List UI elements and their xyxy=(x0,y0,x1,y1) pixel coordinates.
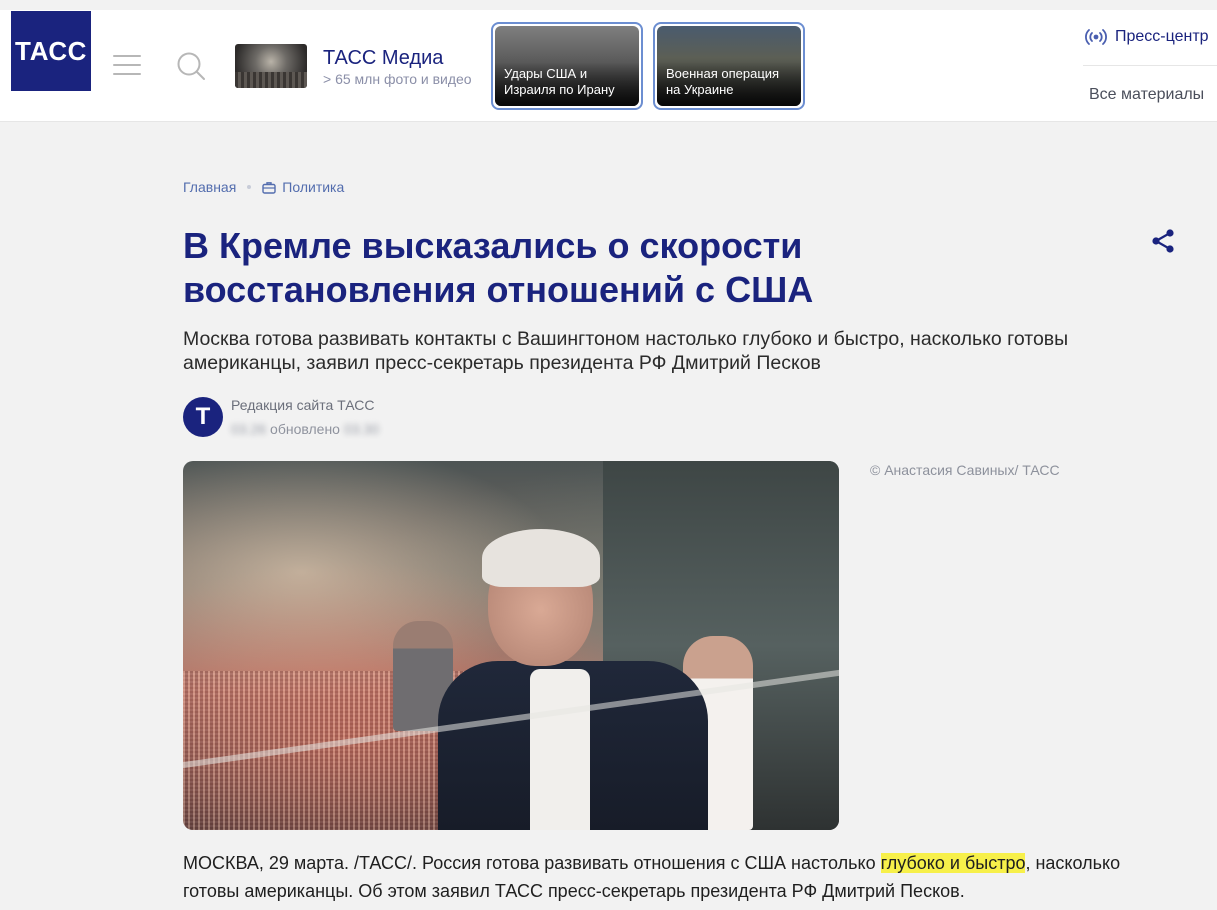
briefcase-icon xyxy=(262,181,276,194)
menu-icon-line xyxy=(113,73,141,75)
menu-button[interactable] xyxy=(113,55,141,75)
share-button[interactable] xyxy=(1150,228,1176,259)
broadcast-icon xyxy=(1085,29,1107,45)
highlighted-text[interactable]: глубоко и быстро xyxy=(880,853,1026,873)
photo-tshirt xyxy=(530,669,590,830)
story-image: Удары США и Израиля по Ирану xyxy=(495,26,639,106)
article-body-paragraph: МОСКВА, 29 марта. /ТАСС/. Россия готова … xyxy=(183,849,1143,905)
article-photo[interactable] xyxy=(183,461,839,830)
publication-dates: 03.26 обновлено 03.30 xyxy=(231,421,379,437)
press-center-link[interactable]: Пресс-центр xyxy=(1085,28,1209,46)
updated-label: обновлено xyxy=(270,421,340,437)
body-text-start: МОСКВА, 29 марта. /ТАСС/. Россия готова … xyxy=(183,853,881,873)
tass-media-link[interactable]: ТАСС Медиа xyxy=(323,47,443,70)
breadcrumb-home[interactable]: Главная xyxy=(183,179,236,195)
story-card-ukraine-operation[interactable]: Военная операция на Украине xyxy=(653,22,805,110)
menu-icon-line xyxy=(113,64,141,66)
tass-media-thumbnail[interactable] xyxy=(235,44,307,88)
press-center-label: Пресс-центр xyxy=(1115,28,1209,45)
share-icon xyxy=(1152,229,1174,253)
photo-hair xyxy=(482,529,600,587)
header-divider xyxy=(1083,65,1217,66)
updated-time: 03.30 xyxy=(343,421,380,437)
breadcrumb: Главная Политика xyxy=(183,179,344,195)
story-label: Удары США и Израиля по Ирану xyxy=(504,66,615,97)
published-date: 03.26 xyxy=(231,421,267,437)
story-label: Военная операция на Украине xyxy=(666,66,780,97)
author-avatar[interactable]: Т xyxy=(183,397,223,437)
story-card-iran-strikes[interactable]: Удары США и Израиля по Ирану xyxy=(491,22,643,110)
search-button[interactable] xyxy=(176,51,206,81)
site-header: ТАСС ТАСС Медиа > 65 млн фото и видео Уд… xyxy=(0,10,1217,122)
author-name[interactable]: Редакция сайта ТАСС xyxy=(231,397,374,413)
tass-logo[interactable]: ТАСС xyxy=(11,11,91,91)
article-title: В Кремле высказались о скорости восстано… xyxy=(183,225,814,310)
tass-media-subtitle: > 65 млн фото и видео xyxy=(323,71,472,87)
all-materials-link[interactable]: Все материалы xyxy=(1089,86,1204,104)
story-image: Военная операция на Украине xyxy=(657,26,801,106)
search-icon xyxy=(177,52,205,80)
article-lead: Москва готова развивать контакты с Вашин… xyxy=(183,328,1069,374)
top-strip xyxy=(0,0,1217,10)
menu-icon xyxy=(113,55,141,57)
photo-credit: © Анастасия Савиных/ ТАСС xyxy=(870,462,1060,478)
breadcrumb-separator xyxy=(247,185,252,189)
breadcrumb-section-politics[interactable]: Политика xyxy=(282,179,344,195)
photo-main-person xyxy=(438,529,708,830)
